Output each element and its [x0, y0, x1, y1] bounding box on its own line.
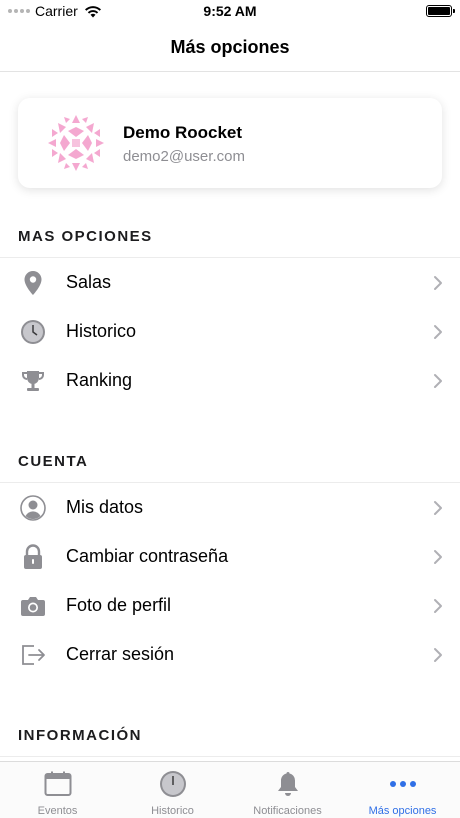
- chevron-right-icon: [434, 550, 442, 564]
- tab-bar: Eventos Historico Notificaciones Más opc…: [0, 761, 460, 818]
- bell-icon: [273, 769, 303, 799]
- chevron-right-icon: [434, 599, 442, 613]
- menu-item-label: Foto de perfil: [66, 595, 172, 615]
- chevron-right-icon: [434, 325, 442, 339]
- tab-historico[interactable]: Historico: [115, 762, 230, 818]
- section-header-information: INFORMACIÓN: [18, 727, 142, 744]
- lock-icon: [20, 544, 46, 570]
- status-bar: Carrier 9:52 AM: [0, 0, 460, 24]
- menu-item-label: Cambiar contraseña: [66, 546, 229, 566]
- menu-item-mis-datos[interactable]: Mis datos: [0, 483, 460, 532]
- location-pin-icon: [20, 270, 46, 296]
- chevron-right-icon: [434, 276, 442, 290]
- avatar: [48, 115, 104, 171]
- profile-card[interactable]: Demo Roocket demo2@user.com: [18, 98, 442, 188]
- menu-item-ranking[interactable]: Ranking: [0, 356, 460, 405]
- tab-mas-opciones[interactable]: Más opciones: [345, 762, 460, 818]
- menu-item-label: Historico: [66, 321, 137, 341]
- tab-label: Más opciones: [368, 805, 437, 817]
- page-title: Más opciones: [170, 37, 290, 57]
- clock-icon: [158, 769, 188, 799]
- section-header-more-options: MAS OPCIONES: [18, 228, 153, 245]
- logout-icon: [20, 642, 46, 668]
- clock-icon: [20, 319, 46, 345]
- profile-name: Demo Roocket: [123, 123, 243, 142]
- navigation-bar: Más opciones: [0, 24, 460, 72]
- menu-item-salas[interactable]: Salas: [0, 258, 460, 307]
- menu-item-cerrar-sesion[interactable]: Cerrar sesión: [0, 630, 460, 679]
- chevron-right-icon: [434, 374, 442, 388]
- menu-item-label: Cerrar sesión: [66, 644, 175, 664]
- user-icon: [20, 495, 46, 521]
- menu-item-cambiar-contrasena[interactable]: Cambiar contraseña: [0, 532, 460, 581]
- menu-item-label: Salas: [66, 272, 112, 292]
- section-header-account: CUENTA: [18, 453, 89, 470]
- status-time: 9:52 AM: [203, 3, 257, 19]
- tab-label: Notificaciones: [253, 805, 322, 817]
- menu-item-label: Ranking: [66, 370, 133, 390]
- menu-item-label: Mis datos: [66, 497, 144, 517]
- menu-item-foto-de-perfil[interactable]: Foto de perfil: [0, 581, 460, 630]
- chevron-right-icon: [434, 501, 442, 515]
- tab-notificaciones[interactable]: Notificaciones: [230, 762, 345, 818]
- profile-email: demo2@user.com: [123, 148, 245, 165]
- calendar-icon: [43, 769, 73, 799]
- chevron-right-icon: [434, 648, 442, 662]
- camera-icon: [20, 593, 46, 619]
- menu-item-historico[interactable]: Historico: [0, 307, 460, 356]
- section-divider: [0, 756, 460, 757]
- trophy-icon: [20, 368, 46, 394]
- tab-eventos[interactable]: Eventos: [0, 762, 115, 818]
- tab-label: Historico: [151, 805, 194, 817]
- more-dots-icon: [388, 769, 418, 799]
- tab-label: Eventos: [37, 805, 78, 817]
- battery-icon: [426, 5, 455, 17]
